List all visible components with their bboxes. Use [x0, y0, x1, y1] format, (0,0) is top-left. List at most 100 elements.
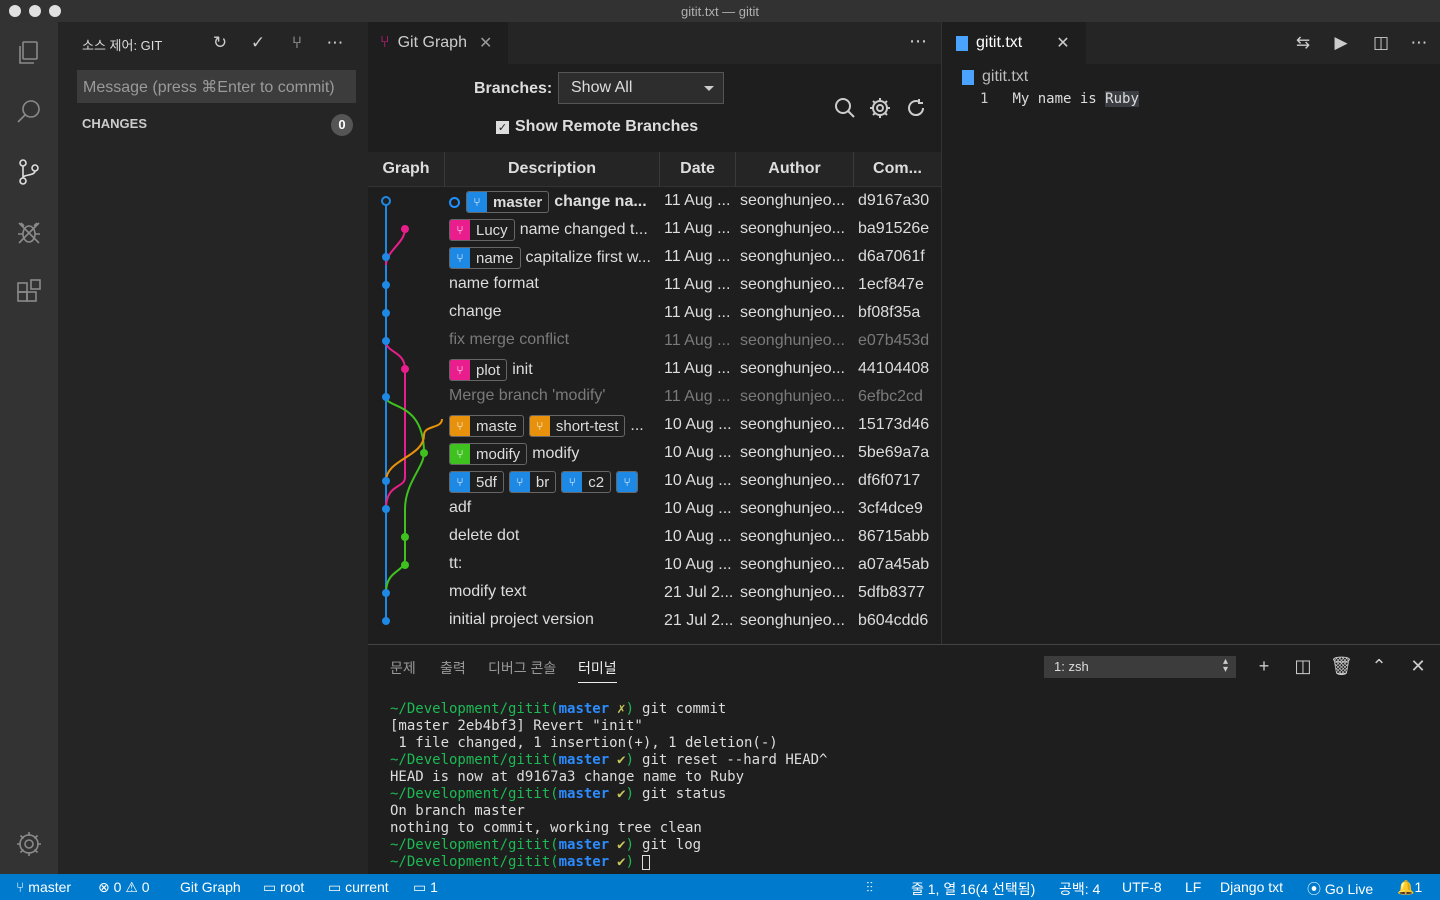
editor-line[interactable]: 1 My name is Ruby	[980, 91, 1139, 107]
language-mode[interactable]: Django txt	[1220, 879, 1283, 895]
branches-dropdown[interactable]: Show All	[558, 72, 724, 104]
column-header-commit[interactable]: Com...	[854, 152, 941, 187]
commit-check-icon[interactable]: ✓	[247, 32, 269, 54]
table-row[interactable]: ⑂ name capitalize first w... 11 Aug ... seon…	[368, 243, 941, 271]
branch-label[interactable]: ⑂ maste	[449, 415, 524, 437]
column-header-description[interactable]: Description	[445, 152, 660, 187]
split-terminal-icon[interactable]: ◫	[1292, 655, 1314, 677]
branch-label[interactable]: ⑂ modify	[449, 443, 528, 465]
table-row[interactable]: name format 11 Aug ... seonghunjeo... 1ecf8…	[368, 271, 941, 299]
table-row[interactable]: adf 10 Aug ... seonghunjeo... 3cf4dce9	[368, 495, 941, 523]
column-header-date[interactable]: Date	[660, 152, 736, 187]
table-row[interactable]: modify text 21 Jul 2... seonghunjeo... 5dfb…	[368, 579, 941, 607]
table-row[interactable]: change 11 Aug ... seonghunjeo... bf08f35a	[368, 299, 941, 327]
terminal-output[interactable]: ~/Development/gitit(master ✗) git commit [m…	[390, 701, 827, 871]
prompt-mark: ✔	[617, 854, 626, 870]
git-graph-view-icon[interactable]: ⑂	[286, 32, 308, 54]
refresh-icon[interactable]	[904, 96, 928, 120]
tab-debug-console[interactable]: 디버그 콘솔	[488, 658, 556, 678]
chevron-down-icon	[704, 86, 714, 91]
branch-label[interactable]: ⑂ 5df	[449, 471, 504, 493]
branch-status[interactable]: ⑂ master	[16, 879, 71, 895]
breadcrumb-file[interactable]: gitit.txt	[982, 68, 1028, 86]
minimize-window-button[interactable]	[29, 5, 41, 17]
git-graph-status[interactable]: Git Graph	[180, 879, 241, 895]
root-status[interactable]: ▭ root	[263, 879, 304, 896]
branch-name: master	[493, 193, 543, 211]
extensions-icon[interactable]	[0, 264, 58, 320]
tab-gitit-txt[interactable]: gitit.txt ✕	[942, 22, 1086, 64]
trash-icon[interactable]: 🗑	[1330, 655, 1353, 677]
command: git log	[642, 837, 702, 853]
notifications-status[interactable]: 🔔1	[1397, 879, 1422, 896]
branch-label[interactable]: ⑂ br	[508, 471, 557, 493]
error-count: 0	[113, 879, 122, 895]
go-live-status[interactable]: ⦿ Go Live	[1307, 879, 1373, 899]
maximize-panel-icon[interactable]: ⌃	[1368, 655, 1390, 677]
table-row[interactable]: delete dot 10 Aug ... seonghunjeo... 86715a…	[368, 523, 941, 551]
table-row[interactable]: ⑂ plot init 11 Aug ... seonghunjeo... 4410440…	[368, 355, 941, 383]
settings-gear-icon[interactable]	[868, 96, 892, 120]
tab-terminal[interactable]: 터미널	[578, 658, 617, 683]
table-row[interactable]: ⑂ maste ⑂ short-test... 10 Aug ... seonghunje…	[368, 411, 941, 439]
settings-gear-icon[interactable]	[0, 816, 58, 872]
branch-name: short-test	[555, 417, 619, 435]
changes-header[interactable]: CHANGES	[82, 116, 147, 131]
maximize-window-button[interactable]	[49, 5, 61, 17]
open-changes-icon[interactable]: ⇆	[1292, 32, 1314, 54]
warning-icon: ⚠	[125, 879, 138, 895]
debug-icon[interactable]	[0, 204, 58, 260]
tab-output[interactable]: 출력	[440, 658, 466, 678]
table-row[interactable]: Merge branch 'modify' 11 Aug ... seonghunj…	[368, 383, 941, 411]
end-of-line[interactable]: LF	[1185, 879, 1201, 895]
close-tab-icon[interactable]: ✕	[479, 33, 492, 53]
terminal-select[interactable]: 1: zsh ▴ ▾	[1044, 656, 1236, 678]
tab-problems[interactable]: 문제	[390, 658, 416, 678]
cursor-position[interactable]: 줄 1, 열 16(4 선택됨)	[911, 879, 1035, 899]
close-tab-icon[interactable]: ✕	[1056, 33, 1069, 53]
run-icon[interactable]: ▶	[1330, 32, 1352, 54]
branch-label[interactable]: ⑂	[616, 471, 639, 493]
close-window-button[interactable]	[9, 5, 21, 17]
encoding[interactable]: UTF-8	[1122, 879, 1162, 895]
branch-label[interactable]: ⑂ c2	[561, 471, 612, 493]
new-terminal-icon[interactable]: +	[1253, 655, 1275, 677]
problems-status[interactable]: ⊗ 0 ⚠ 0	[98, 879, 150, 896]
breadcrumb[interactable]: gitit.txt	[962, 68, 1028, 86]
prompt-punctuation: )	[625, 701, 635, 717]
table-row[interactable]: tt: 10 Aug ... seonghunjeo... a07a45ab	[368, 551, 941, 579]
show-remote-branches-checkbox[interactable]: ✓ Show Remote Branches	[496, 118, 698, 136]
terminals-status[interactable]: ▭ 1	[413, 879, 438, 896]
commit-message-input[interactable]: Message (press ⌘Enter to commit)	[77, 70, 356, 103]
table-row[interactable]: initial project version 21 Jul 2... seongh…	[368, 607, 941, 635]
table-row[interactable]: ⑂ 5df ⑂ br ⑂ c2 ⑂ 10 Aug ... seonghunjeo... df6f0…	[368, 467, 941, 495]
branch-label[interactable]: ⑂ short-test	[528, 415, 626, 437]
branch-label[interactable]: ⑂ plot	[449, 359, 508, 381]
source-control-icon[interactable]	[0, 144, 58, 200]
current-status[interactable]: ▭ current	[328, 879, 389, 896]
table-row[interactable]: ⑂ modify modify 10 Aug ... seonghunjeo... 5be…	[368, 439, 941, 467]
indentation[interactable]: 공백: 4	[1059, 879, 1100, 899]
table-row[interactable]: ⑂ master change na... 11 Aug ... seonghunjeo…	[368, 187, 941, 215]
sliders-icon[interactable]: ⫶⫶	[866, 879, 873, 896]
column-header-graph[interactable]: Graph	[368, 152, 445, 187]
commit-message: name format	[449, 275, 539, 292]
source-control-sidebar: 소스 제어: GIT ↻ ✓ ⑂ ⋯ Message (press ⌘Enter…	[58, 22, 368, 874]
more-actions-icon[interactable]: ⋯	[324, 32, 346, 54]
branch-label[interactable]: ⑂ Lucy	[449, 219, 515, 241]
more-actions-icon[interactable]: ⋯	[909, 31, 928, 52]
search-icon[interactable]	[0, 84, 58, 140]
terminal-icon: ▭	[328, 879, 342, 895]
close-panel-icon[interactable]: ✕	[1407, 655, 1429, 677]
table-row[interactable]: fix merge conflict 11 Aug ... seonghunjeo.…	[368, 327, 941, 355]
split-editor-icon[interactable]: ◫	[1370, 32, 1392, 54]
refresh-icon[interactable]: ↻	[209, 32, 231, 54]
table-row[interactable]: ⑂ Lucy name changed t... 11 Aug ... seonghun…	[368, 215, 941, 243]
branch-label[interactable]: ⑂ master	[466, 191, 550, 213]
tab-git-graph[interactable]: ⑂ Git Graph ✕	[368, 22, 508, 64]
branch-label[interactable]: ⑂ name	[449, 247, 521, 269]
more-actions-icon[interactable]: ⋯	[1408, 32, 1430, 54]
column-header-author[interactable]: Author	[736, 152, 854, 187]
find-icon[interactable]	[833, 96, 857, 120]
explorer-icon[interactable]	[0, 24, 58, 80]
